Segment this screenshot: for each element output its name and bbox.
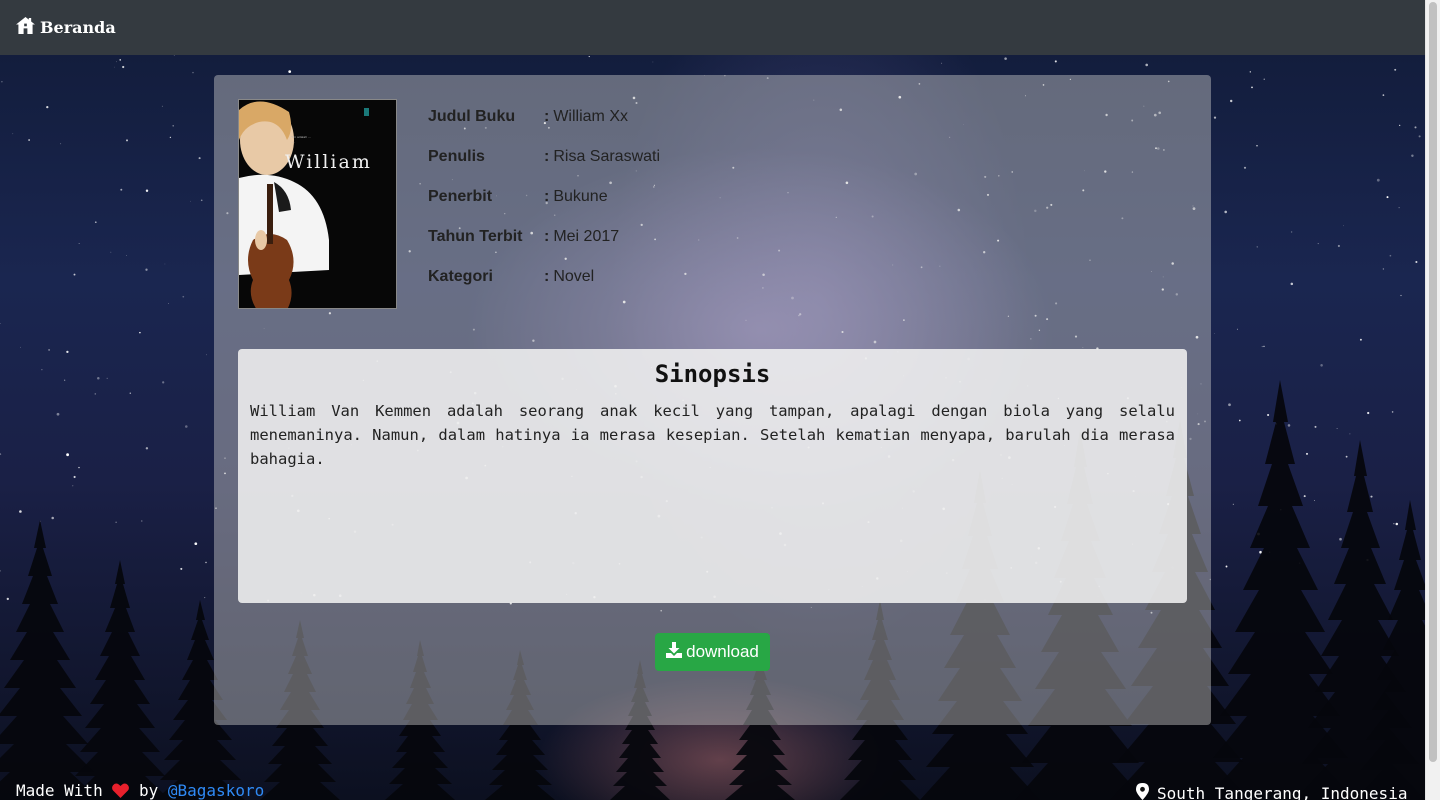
- author-link[interactable]: @Bagaskoro: [168, 781, 264, 800]
- info-value: Novel: [553, 268, 595, 285]
- synopsis-text: William Van Kemmen adalah seorang anak k…: [250, 402, 1175, 468]
- download-button-label: download: [686, 642, 759, 661]
- cover-title-text: William: [285, 151, 372, 173]
- book-info: Judul Buku : William Xx Penulis : Risa S…: [428, 108, 928, 308]
- page-scrollbar[interactable]: [1425, 0, 1440, 800]
- book-cover-image: "Ini adalah ... .... William: [238, 99, 397, 309]
- info-colon: :: [544, 148, 550, 165]
- heart-icon: [112, 781, 130, 800]
- info-value: William Xx: [553, 108, 628, 125]
- home-link-label: Beranda: [40, 18, 116, 37]
- info-label: Tahun Terbit: [428, 228, 523, 245]
- info-value: Mei 2017: [553, 228, 620, 245]
- info-label: Penulis: [428, 148, 485, 165]
- info-label: Penerbit: [428, 188, 493, 205]
- info-row-author: Penulis : Risa Saraswati: [428, 148, 928, 188]
- made-with-text: Made With: [16, 781, 103, 800]
- info-colon: :: [544, 228, 550, 245]
- home-link[interactable]: Beranda: [16, 17, 116, 38]
- footer-credit: Made With by @Bagaskoro: [16, 781, 264, 800]
- info-label: Kategori: [428, 268, 493, 285]
- home-icon: [16, 17, 35, 38]
- synopsis-panel: Sinopsis William Van Kemmen adalah seora…: [238, 349, 1187, 603]
- info-colon: :: [544, 188, 550, 205]
- info-value: Risa Saraswati: [553, 148, 661, 165]
- by-text: by: [138, 781, 159, 800]
- navbar: Beranda: [0, 0, 1425, 55]
- map-marker-icon: [1136, 783, 1149, 800]
- location-text: South Tangerang, Indonesia: [1157, 784, 1408, 800]
- book-detail-card: "Ini adalah ... .... William Judul Buku …: [214, 75, 1211, 725]
- info-colon: :: [544, 108, 550, 125]
- info-row-title: Judul Buku : William Xx: [428, 108, 928, 148]
- info-label: Judul Buku: [428, 108, 516, 125]
- svg-text:"Ini adalah ...: "Ini adalah ...: [291, 135, 311, 139]
- info-row-publisher: Penerbit : Bukune: [428, 188, 928, 228]
- download-button[interactable]: download: [655, 633, 770, 671]
- svg-text:....: ....: [291, 140, 295, 144]
- footer-location: South Tangerang, Indonesia: [1136, 783, 1407, 800]
- info-colon: :: [544, 268, 550, 285]
- scrollbar-thumb[interactable]: [1429, 2, 1437, 762]
- info-row-category: Kategori : Novel: [428, 268, 928, 308]
- download-icon: [666, 641, 683, 663]
- synopsis-heading: Sinopsis: [654, 360, 771, 388]
- info-value: Bukune: [553, 188, 608, 205]
- info-row-year: Tahun Terbit : Mei 2017: [428, 228, 928, 268]
